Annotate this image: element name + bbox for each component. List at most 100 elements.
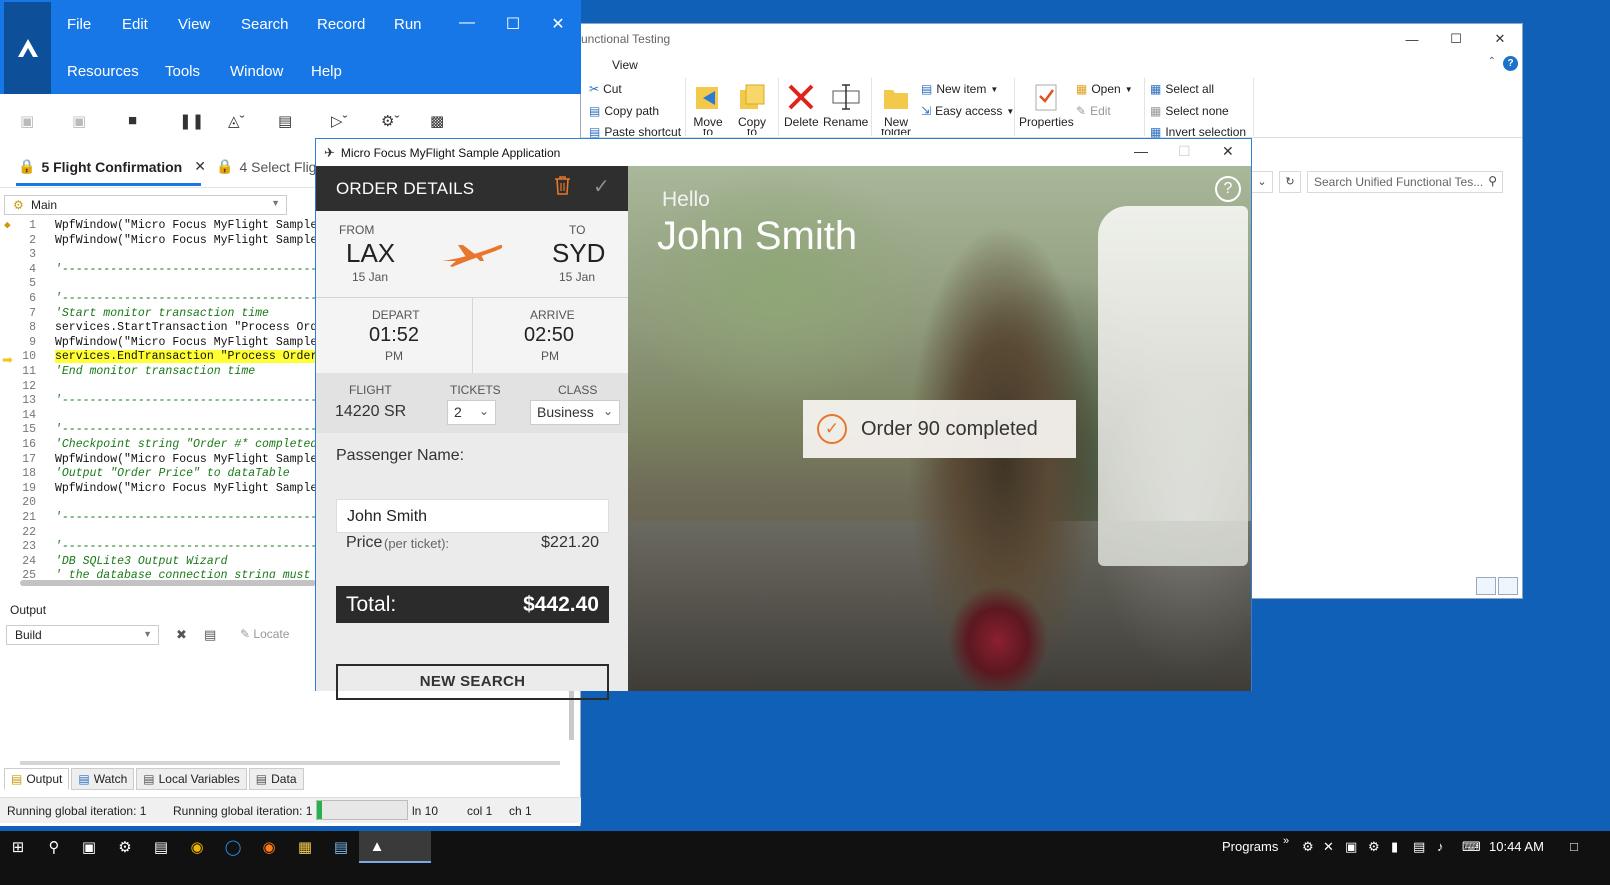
tray-network-icon[interactable]: ▤ bbox=[1413, 839, 1425, 855]
archive-icon[interactable]: ▤ bbox=[278, 112, 292, 130]
command-prompt-icon[interactable]: ▤ bbox=[143, 831, 179, 863]
code-line[interactable]: 14 bbox=[4, 409, 316, 424]
code-line[interactable]: 17 WpfWindow("Micro Focus MyFlight Sample bbox=[4, 453, 316, 468]
tray-app-icon[interactable]: ⚙ bbox=[1302, 839, 1314, 855]
notepad-icon[interactable]: ▤ bbox=[323, 831, 359, 863]
tab-close-icon[interactable]: ✕ bbox=[194, 158, 206, 175]
explorer-search-input[interactable]: Search Unified Functional Tes... ⚲ bbox=[1307, 171, 1503, 193]
action-selector-dropdown[interactable]: ⚙ Main ▼ bbox=[4, 195, 287, 215]
move-to-button[interactable]: Move to bbox=[693, 82, 723, 135]
file-explorer-icon[interactable]: ▦ bbox=[287, 831, 323, 863]
output-horizontal-scrollbar[interactable] bbox=[20, 761, 560, 765]
tab-output[interactable]: ▤ Output bbox=[4, 768, 70, 790]
programs-toolbar[interactable]: Programs bbox=[1222, 839, 1278, 854]
explorer-close-icon[interactable]: ✕ bbox=[1478, 24, 1522, 54]
menu-edit[interactable]: Edit bbox=[122, 16, 148, 33]
code-line[interactable]: 19 WpfWindow("Micro Focus MyFlight Sample bbox=[4, 482, 316, 497]
code-line[interactable]: 23 '-------------------------------------… bbox=[4, 540, 316, 555]
details-view-icon[interactable] bbox=[1476, 577, 1496, 595]
search-icon[interactable]: ⚲ bbox=[36, 831, 72, 863]
myflight-minimize-icon[interactable]: — bbox=[1134, 143, 1148, 159]
properties-button[interactable]: Properties bbox=[1019, 82, 1074, 129]
tab-local-variables[interactable]: ▤ Local Variables bbox=[136, 768, 247, 790]
clock-time[interactable]: 10:44 AM bbox=[1489, 839, 1544, 854]
windows-start-icon[interactable]: ⊞ bbox=[0, 831, 36, 863]
code-line[interactable]: 6 '--------------------------------------… bbox=[4, 292, 316, 307]
save-all-icon[interactable]: ▣ bbox=[72, 112, 86, 130]
menu-help[interactable]: Help bbox=[311, 63, 342, 80]
menu-view[interactable]: View bbox=[612, 58, 638, 72]
tab-data[interactable]: ▤ Data bbox=[248, 768, 304, 790]
uft-logo-icon[interactable] bbox=[4, 2, 51, 94]
tab-select-flight[interactable]: 🔒 4 Select Flig bbox=[216, 158, 316, 175]
ribbon-collapse-icon[interactable]: ⌃ bbox=[1488, 56, 1496, 67]
code-line[interactable]: 1 WpfWindow("Micro Focus MyFlight Sample bbox=[4, 219, 316, 234]
select-all-button[interactable]: ▦ Select all bbox=[1150, 82, 1214, 96]
notifications-icon[interactable]: □ bbox=[1570, 839, 1578, 854]
menu-file[interactable]: File bbox=[67, 16, 91, 33]
menu-resources[interactable]: Resources bbox=[67, 63, 139, 80]
editor-horizontal-scrollbar[interactable] bbox=[20, 580, 316, 586]
new-search-button[interactable]: NEW SEARCH bbox=[336, 664, 609, 700]
tray-network-blocked-icon[interactable]: ✕ bbox=[1323, 839, 1334, 855]
clear-output-icon[interactable]: ✖ bbox=[176, 627, 187, 643]
tray-volume-icon[interactable]: ♪ bbox=[1437, 839, 1444, 854]
cut-button[interactable]: ✂ Cut bbox=[589, 82, 622, 96]
code-line[interactable]: 7 'Start monitor transaction time bbox=[4, 307, 316, 322]
code-line[interactable]: 10 services.EndTransaction "Process Order bbox=[4, 350, 316, 365]
invert-selection-button[interactable]: ▦ Invert selection bbox=[1150, 126, 1246, 138]
pause-icon[interactable]: ❚❚ bbox=[179, 112, 204, 130]
code-line[interactable]: 11 'End monitor transaction time bbox=[4, 365, 316, 380]
large-icons-view-icon[interactable] bbox=[1498, 577, 1518, 595]
menu-record[interactable]: Record bbox=[317, 16, 365, 33]
stop-icon[interactable]: ■ bbox=[128, 112, 137, 129]
code-line[interactable]: 25 ' the database connection string must bbox=[4, 569, 316, 578]
chevron-icon[interactable]: » bbox=[1283, 835, 1289, 847]
window-layout-icon[interactable]: ▩ bbox=[430, 112, 444, 130]
menu-window[interactable]: Window bbox=[230, 63, 283, 80]
tab-flight-confirmation[interactable]: 🔒 5 Flight Confirmation ✕ bbox=[18, 158, 206, 175]
myflight-taskbar-icon[interactable] bbox=[395, 831, 431, 863]
menu-run[interactable]: Run bbox=[394, 16, 422, 33]
code-line[interactable]: 9 WpfWindow("Micro Focus MyFlight Sample bbox=[4, 336, 316, 351]
new-item-button[interactable]: ▤ New item ▼ bbox=[921, 82, 998, 96]
code-line[interactable]: 13 '-------------------------------------… bbox=[4, 394, 316, 409]
confirm-check-icon[interactable]: ✓ bbox=[593, 174, 610, 199]
explorer-maximize-icon[interactable]: ☐ bbox=[1434, 24, 1478, 54]
record-options-icon[interactable]: ◬ˇ bbox=[228, 112, 245, 130]
delete-button[interactable]: Delete bbox=[784, 82, 819, 129]
code-line[interactable]: 20 bbox=[4, 496, 316, 511]
refresh-icon[interactable]: ↻ bbox=[1279, 171, 1301, 193]
settings-gear-icon[interactable]: ⚙ bbox=[107, 831, 143, 863]
help-icon[interactable]: ? bbox=[1215, 176, 1241, 202]
rename-button[interactable]: Rename bbox=[823, 82, 868, 129]
myflight-close-icon[interactable]: ✕ bbox=[1222, 143, 1234, 160]
tray-settings-icon[interactable]: ⚙ bbox=[1368, 839, 1380, 855]
code-line[interactable]: 3 bbox=[4, 248, 316, 263]
code-line[interactable]: 4 '--------------------------------------… bbox=[4, 263, 316, 278]
copy-to-button[interactable]: Copy to bbox=[737, 82, 767, 135]
keyboard-icon[interactable]: ⌨ bbox=[1462, 839, 1481, 855]
code-line[interactable]: 22 bbox=[4, 526, 316, 541]
copy-path-button[interactable]: ▤ Copy path bbox=[589, 104, 659, 118]
code-line[interactable]: 24 'DB SQLite3 Output Wizard bbox=[4, 555, 316, 570]
tray-battery-icon[interactable]: ▮ bbox=[1391, 839, 1398, 855]
firefox-icon[interactable]: ◉ bbox=[251, 831, 287, 863]
tab-watch[interactable]: ▤ Watch bbox=[71, 768, 135, 790]
code-line[interactable]: 12 bbox=[4, 380, 316, 395]
settings-gear-icon[interactable]: ⚙ˇ bbox=[381, 112, 399, 130]
explorer-minimize-icon[interactable]: — bbox=[1390, 24, 1434, 54]
menu-tools[interactable]: Tools bbox=[165, 63, 200, 80]
code-line[interactable]: 16 'Checkpoint string "Order #* completed bbox=[4, 438, 316, 453]
class-select[interactable]: Business ⌄ bbox=[530, 400, 620, 425]
tickets-select[interactable]: 2 ⌄ bbox=[447, 400, 496, 425]
paste-shortcut-button[interactable]: ▤ Paste shortcut bbox=[589, 126, 681, 138]
output-options-icon[interactable]: ▤ bbox=[204, 627, 216, 643]
new-folder-button[interactable]: New folder bbox=[881, 82, 911, 135]
myflight-maximize-icon[interactable]: ☐ bbox=[1178, 143, 1191, 160]
code-line[interactable]: 15 '-------------------------------------… bbox=[4, 423, 316, 438]
help-icon[interactable]: ? bbox=[1503, 56, 1518, 71]
code-line[interactable]: 21 '-------------------------------------… bbox=[4, 511, 316, 526]
uft-maximize-icon[interactable]: ☐ bbox=[498, 14, 528, 34]
easy-access-button[interactable]: ⇲ Easy access ▼ bbox=[921, 104, 1014, 118]
